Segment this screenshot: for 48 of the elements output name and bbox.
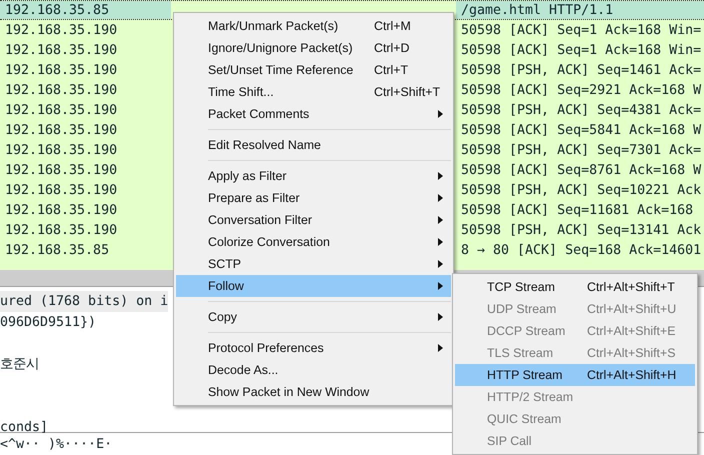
packet-info: 50598 [ACK] Seq=1 Ack=168 Win= <box>460 22 702 40</box>
source-address[interactable]: 192.168.35.85 <box>0 1 171 19</box>
packet-info: 50598 [PSH, ACK] Seq=4381 Ack= <box>460 102 702 120</box>
menu-item[interactable]: Time Shift... Ctrl+Shift+T <box>176 81 451 103</box>
packet-bytes: <^w·· )%····E· <box>0 436 112 454</box>
menu-item[interactable]: Ignore/Unignore Packet(s) Ctrl+D <box>176 37 451 59</box>
packet-info: /game.html HTTP/1.1 <box>456 1 704 19</box>
menu-item[interactable]: Edit Resolved Name <box>176 134 451 156</box>
menu-item[interactable]: SCTP <box>176 253 451 275</box>
packet-info: 50598 [PSH, ACK] Seq=1461 Ack= <box>460 62 702 80</box>
menu-item[interactable]: HTTP Stream Ctrl+Alt+Shift+H <box>455 364 695 386</box>
packet-info: 50598 [PSH, ACK] Seq=7301 Ack= <box>460 142 702 160</box>
menu-item[interactable]: Colorize Conversation <box>176 231 451 253</box>
packet-info: 50598 [PSH, ACK] Seq=10221 Ack <box>460 182 702 200</box>
menu-item[interactable]: Show Packet in New Window <box>176 381 451 403</box>
menu-item[interactable]: Copy <box>176 306 451 328</box>
packet-info: 50598 [ACK] Seq=11681 Ack=168 <box>460 202 694 220</box>
menu-item[interactable]: Decode As... <box>176 359 451 381</box>
menu-item[interactable]: Follow <box>176 275 451 297</box>
source-address[interactable]: 192.168.35.190 <box>0 120 171 140</box>
packet-info: 50598 [PSH, ACK] Seq=13141 Ack <box>460 222 702 240</box>
source-address[interactable]: 192.168.35.190 <box>0 80 171 100</box>
source-address[interactable]: 192.168.35.190 <box>0 140 171 160</box>
source-address[interactable]: 192.168.35.190 <box>0 100 171 120</box>
source-address[interactable]: 192.168.35.190 <box>0 180 171 200</box>
source-address[interactable]: 192.168.35.85 <box>0 240 171 260</box>
menu-item[interactable]: Apply as Filter <box>176 165 451 187</box>
source-address[interactable]: 192.168.35.190 <box>0 220 171 240</box>
menu-item[interactable]: Prepare as Filter <box>176 187 451 209</box>
menu-item[interactable]: Mark/Unmark Packet(s) Ctrl+M <box>176 15 451 37</box>
source-address[interactable]: 192.168.35.190 <box>0 200 171 220</box>
menu-item[interactable]: Set/Unset Time Reference Ctrl+T <box>176 59 451 81</box>
source-address[interactable]: 192.168.35.190 <box>0 40 171 60</box>
menu-item[interactable]: TCP Stream Ctrl+Alt+Shift+T <box>455 276 695 298</box>
menu-item[interactable]: Protocol Preferences <box>176 337 451 359</box>
packet-info: 8 → 80 [ACK] Seq=168 Ack=14601 <box>460 242 702 260</box>
packet-info: 50598 [ACK] Seq=2921 Ack=168 W <box>460 82 702 100</box>
detail-line[interactable]: 호준시 <box>0 354 39 375</box>
detail-line[interactable]: conds] <box>0 417 48 438</box>
menu-item[interactable]: Conversation Filter <box>176 209 451 231</box>
menu-item[interactable]: Packet Comments <box>176 103 451 125</box>
source-address[interactable]: 192.168.35.190 <box>0 60 171 80</box>
source-address[interactable]: 192.168.35.190 <box>0 20 171 40</box>
packet-info: 50598 [ACK] Seq=1 Ack=168 Win= <box>460 42 702 60</box>
packet-info: 50598 [ACK] Seq=8761 Ack=168 W <box>460 162 702 180</box>
source-address[interactable]: 192.168.35.190 <box>0 160 171 180</box>
detail-line[interactable]: 096D6D9511}) <box>0 312 96 333</box>
packet-info: 50598 [ACK] Seq=5841 Ack=168 W <box>460 122 702 140</box>
